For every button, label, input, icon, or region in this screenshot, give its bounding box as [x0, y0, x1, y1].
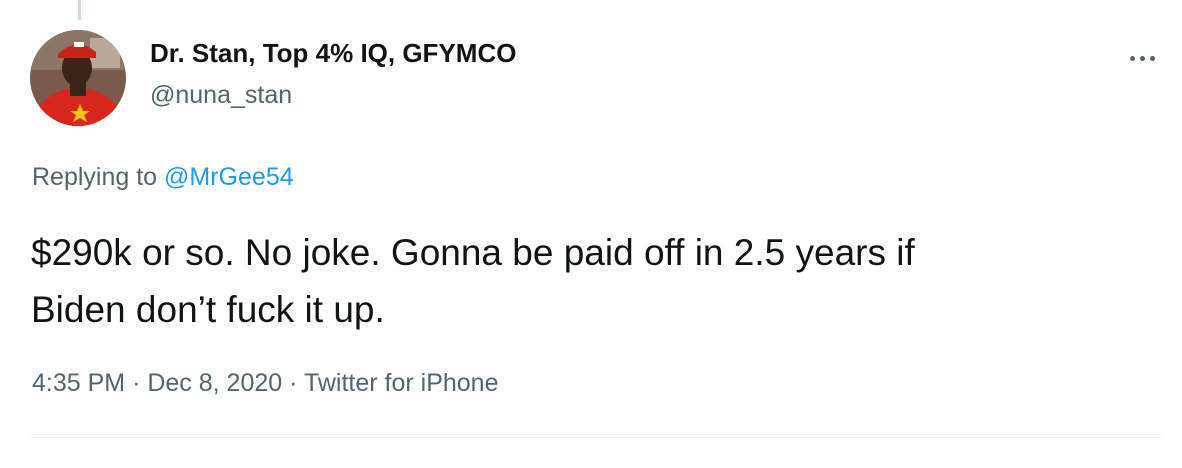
more-dot — [1149, 55, 1155, 61]
avatar[interactable] — [30, 30, 126, 126]
replying-to-line: Replying to @MrGee54 — [32, 163, 294, 192]
author-display-name[interactable]: Dr. Stan, Top 4% IQ, GFYMCO — [150, 38, 516, 69]
tweet-time-link[interactable]: 4:35 PM — [32, 369, 125, 397]
tweet-date-link[interactable]: Dec 8, 2020 — [147, 369, 282, 397]
tweet-source-link[interactable]: Twitter for iPhone — [304, 369, 499, 397]
meta-separator: · — [132, 369, 141, 397]
tweet-text-line: Biden don’t fuck it up. — [31, 289, 385, 330]
tweet-text-line: $290k or so. No joke. Gonna be paid off … — [31, 232, 915, 273]
meta-separator: · — [289, 369, 298, 397]
more-dot — [1139, 55, 1145, 61]
tweet-metadata: 4:35 PM · Dec 8, 2020 · Twitter for iPho… — [32, 369, 498, 398]
avatar-image — [30, 30, 126, 126]
replying-prefix: Replying to — [32, 163, 158, 191]
more-horizontal-icon[interactable] — [1122, 44, 1162, 72]
replying-to-mention-link[interactable]: @MrGee54 — [164, 163, 294, 191]
tweet-text: $290k or so. No joke. Gonna be paid off … — [31, 224, 1161, 338]
more-dot — [1129, 55, 1135, 61]
thread-connector-line — [78, 0, 81, 20]
divider — [30, 437, 1162, 438]
author-handle[interactable]: @nuna_stan — [150, 81, 292, 110]
